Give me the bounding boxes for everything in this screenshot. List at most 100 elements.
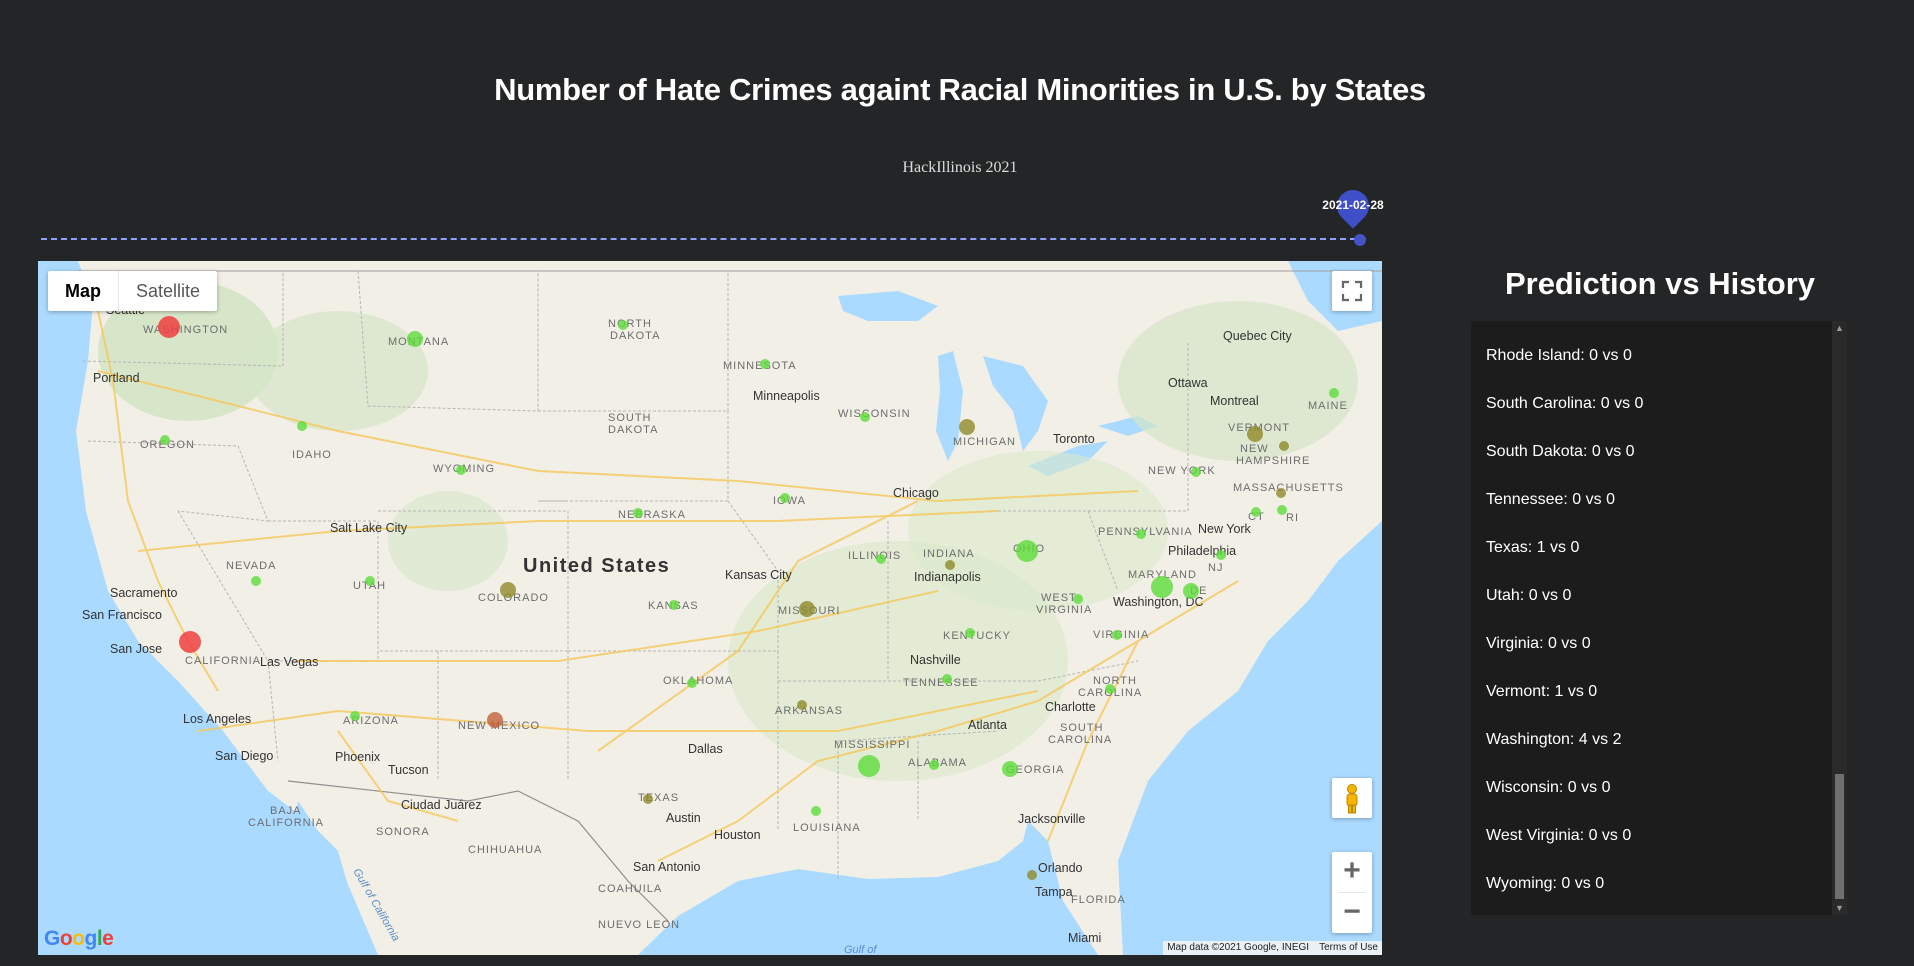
svg-text:Minneapolis: Minneapolis: [753, 389, 820, 403]
marker-new-york[interactable]: [1191, 467, 1201, 477]
marker-colorado[interactable]: [500, 582, 516, 598]
map-type-control: Map Satellite: [48, 271, 218, 311]
svg-text:NJ: NJ: [1208, 562, 1223, 574]
marker-nevada[interactable]: [251, 576, 261, 586]
marker-michigan[interactable]: [959, 419, 975, 435]
marker-north-carolina[interactable]: [1105, 684, 1115, 694]
marker-minnesota[interactable]: [760, 359, 770, 369]
marker-new-hampshire[interactable]: [1279, 441, 1289, 451]
marker-montana[interactable]: [407, 331, 423, 347]
marker-wisconsin[interactable]: [860, 412, 870, 422]
marker-rhode-island[interactable]: [1277, 505, 1287, 515]
marker-kentucky[interactable]: [965, 628, 975, 638]
scroll-up-icon[interactable]: ▲: [1832, 321, 1847, 335]
svg-text:INDIANA: INDIANA: [923, 548, 975, 560]
zoom-in-button[interactable]: +: [1332, 852, 1372, 892]
fullscreen-icon: [1341, 280, 1363, 302]
marker-tennessee[interactable]: [942, 674, 952, 684]
marker-north-dakota[interactable]: [618, 320, 628, 330]
map-type-map-button[interactable]: Map: [48, 271, 118, 311]
svg-text:LOUISIANA: LOUISIANA: [793, 822, 861, 834]
zoom-out-button[interactable]: −: [1332, 893, 1372, 933]
prediction-row: Rhode Island: 0 vs 0: [1486, 347, 1632, 364]
svg-text:Tampa: Tampa: [1035, 885, 1073, 899]
marker-mississippi[interactable]: [858, 755, 880, 777]
timeline-handle[interactable]: [1354, 234, 1366, 246]
timeline-date-label: 2021-02-28: [1322, 198, 1384, 212]
svg-text:CALIFORNIA: CALIFORNIA: [185, 655, 261, 667]
marker-indiana[interactable]: [945, 560, 955, 570]
svg-text:Jacksonville: Jacksonville: [1018, 812, 1085, 826]
marker-louisiana[interactable]: [811, 806, 821, 816]
marker-wyoming[interactable]: [456, 465, 466, 475]
prediction-row: West Virginia: 0 vs 0: [1486, 827, 1632, 844]
marker-oklahoma[interactable]: [687, 678, 697, 688]
marker-new-jersey[interactable]: [1216, 550, 1226, 560]
svg-text:SOUTH: SOUTH: [1060, 722, 1104, 734]
scroll-down-icon[interactable]: ▼: [1832, 901, 1847, 915]
marker-massachusetts[interactable]: [1276, 488, 1286, 498]
svg-text:MISSISSIPPI: MISSISSIPPI: [834, 739, 910, 751]
marker-alabama[interactable]: [929, 760, 939, 770]
map-canvas[interactable]: WASHINGTON MONTANA NORTHDAKOTA MINNESOTA…: [38, 261, 1382, 955]
svg-text:Portland: Portland: [93, 371, 140, 385]
marker-washington[interactable]: [158, 316, 180, 338]
timeline-slider[interactable]: [41, 234, 1366, 246]
terms-of-use-link[interactable]: Terms of Use: [1319, 941, 1378, 955]
svg-text:San Diego: San Diego: [215, 749, 273, 763]
marker-kansas[interactable]: [669, 600, 679, 610]
marker-texas[interactable]: [643, 794, 653, 804]
marker-ohio[interactable]: [1016, 540, 1038, 562]
marker-new-mexico[interactable]: [487, 712, 503, 728]
map-view[interactable]: WASHINGTON MONTANA NORTHDAKOTA MINNESOTA…: [38, 261, 1382, 955]
marker-florida[interactable]: [1027, 870, 1037, 880]
svg-text:NEW: NEW: [1240, 443, 1269, 455]
svg-text:Toronto: Toronto: [1053, 432, 1095, 446]
marker-utah[interactable]: [365, 576, 375, 586]
svg-text:WEST: WEST: [1041, 592, 1077, 604]
marker-arkansas[interactable]: [797, 700, 807, 710]
scroll-thumb[interactable]: [1835, 774, 1844, 899]
marker-georgia[interactable]: [1002, 761, 1018, 777]
marker-pennsylvania[interactable]: [1136, 529, 1146, 539]
marker-idaho[interactable]: [297, 421, 307, 431]
svg-text:Las Vegas: Las Vegas: [260, 655, 318, 669]
marker-california[interactable]: [179, 631, 201, 653]
marker-missouri[interactable]: [799, 601, 815, 617]
map-type-satellite-button[interactable]: Satellite: [119, 271, 217, 311]
marker-vermont[interactable]: [1247, 426, 1263, 442]
svg-text:MICHIGAN: MICHIGAN: [953, 436, 1016, 448]
marker-maryland[interactable]: [1151, 576, 1173, 598]
svg-text:Nashville: Nashville: [910, 653, 961, 667]
prediction-row: South Dakota: 0 vs 0: [1486, 443, 1635, 460]
svg-text:San Francisco: San Francisco: [82, 608, 162, 622]
map-attribution: Map data ©2021 Google, INEGI: [1167, 942, 1310, 953]
svg-text:Houston: Houston: [714, 828, 761, 842]
marker-delaware[interactable]: [1183, 583, 1199, 599]
svg-text:KENTUCKY: KENTUCKY: [943, 630, 1011, 642]
marker-iowa[interactable]: [780, 493, 790, 503]
marker-oregon[interactable]: [160, 435, 170, 445]
prediction-panel[interactable]: Pennsylvania: 0 vs 0Rhode Island: 0 vs 0…: [1471, 321, 1847, 915]
marker-connecticut[interactable]: [1251, 507, 1261, 517]
fullscreen-button[interactable]: [1332, 271, 1372, 311]
marker-west-virginia[interactable]: [1073, 594, 1083, 604]
svg-text:Salt Lake City: Salt Lake City: [330, 521, 408, 535]
svg-text:Phoenix: Phoenix: [335, 750, 381, 764]
street-view-button[interactable]: [1332, 778, 1372, 818]
marker-arizona[interactable]: [350, 711, 360, 721]
panel-title: Prediction vs History: [1504, 266, 1816, 301]
marker-virginia[interactable]: [1112, 630, 1122, 640]
svg-text:San Jose: San Jose: [110, 642, 162, 656]
marker-illinois[interactable]: [876, 554, 886, 564]
marker-maine[interactable]: [1329, 388, 1339, 398]
marker-nebraska[interactable]: [633, 508, 643, 518]
svg-text:New York: New York: [1198, 522, 1252, 536]
prediction-row: Vermont: 1 vs 0: [1486, 683, 1598, 700]
svg-text:IDAHO: IDAHO: [292, 449, 332, 461]
svg-text:Chicago: Chicago: [893, 486, 939, 500]
prediction-row: Virginia: 0 vs 0: [1486, 635, 1591, 652]
panel-scrollbar[interactable]: ▲ ▼: [1832, 321, 1847, 915]
prediction-row: Wyoming: 0 vs 0: [1486, 875, 1605, 892]
prediction-row: Utah: 0 vs 0: [1486, 587, 1572, 604]
